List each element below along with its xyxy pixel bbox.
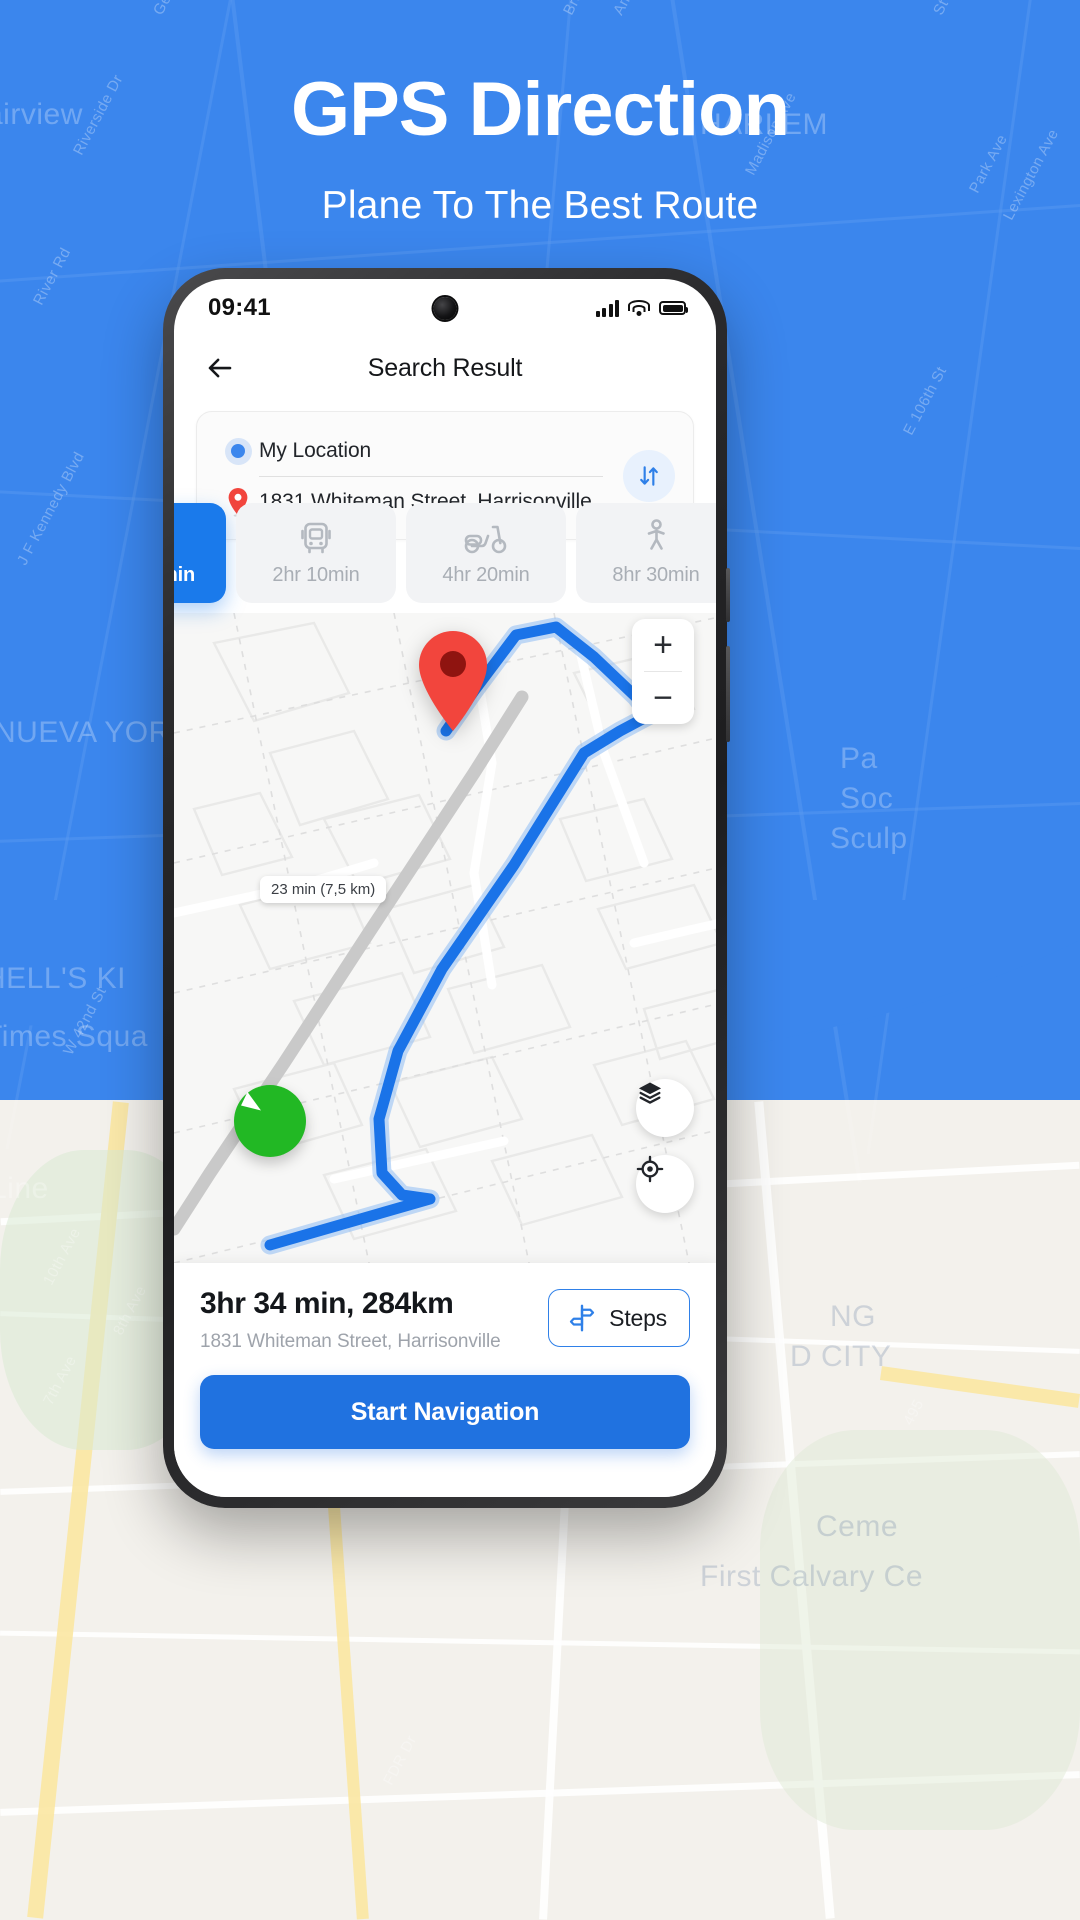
map-layers-button[interactable] xyxy=(636,1079,694,1137)
swap-locations-button[interactable] xyxy=(623,449,675,502)
status-bar: 09:41 xyxy=(174,279,716,337)
background-place-label: Line xyxy=(0,1172,49,1205)
locate-me-icon xyxy=(636,1155,664,1183)
hero-title: GPS Direction xyxy=(291,67,790,152)
status-icons xyxy=(595,299,688,317)
swap-vertical-icon xyxy=(640,465,658,486)
signal-bars-icon xyxy=(595,299,619,317)
app-header: Search Result xyxy=(174,337,716,399)
phone-screen: 09:41 Search Result My Location 1831 Whi… xyxy=(174,279,716,1497)
background-place-label: Sculp xyxy=(830,822,908,855)
route-summary-texts: 3hr 34 min, 284km 1831 Whiteman Street, … xyxy=(200,1287,501,1353)
back-button[interactable] xyxy=(200,348,240,388)
hero-subtitle: Plane To The Best Route xyxy=(321,184,759,227)
front-camera-icon xyxy=(433,297,457,320)
transport-mode-walk[interactable]: 8hr 30min xyxy=(576,503,716,603)
steps-signpost-icon xyxy=(570,1304,595,1332)
destination-pin-icon xyxy=(414,629,492,733)
battery-full-icon xyxy=(659,301,688,315)
transport-mode-label: 1 hr 34min xyxy=(174,564,196,586)
background-place-label: First Calvary Ce xyxy=(700,1560,924,1593)
walk-icon xyxy=(641,519,671,559)
origin-row[interactable]: My Location xyxy=(217,430,673,472)
locate-me-button[interactable] xyxy=(636,1155,694,1213)
navigation-arrow-icon xyxy=(234,1085,306,1157)
my-location-dot-icon xyxy=(217,437,259,465)
hero-section: GPS Direction Plane To The Best Route xyxy=(0,0,1080,228)
wifi-icon xyxy=(628,299,650,317)
background-place-label: Pa xyxy=(840,742,878,775)
map-view[interactable]: 23 min (7,5 km) + − xyxy=(174,613,716,1263)
bus-icon xyxy=(297,519,335,559)
phone-mockup: 09:41 Search Result My Location 1831 Whi… xyxy=(163,268,730,1508)
background-place-label: Soc xyxy=(840,782,894,815)
map-zoom-controls: + − xyxy=(632,619,694,724)
bg-park xyxy=(760,1430,1080,1830)
transport-mode-scooter[interactable]: 4hr 20min xyxy=(406,503,566,603)
steps-button[interactable]: Steps xyxy=(548,1289,690,1347)
start-navigation-button[interactable]: Start Navigation xyxy=(200,1375,690,1449)
phone-side-button[interactable] xyxy=(726,568,730,622)
page-title: Search Result xyxy=(367,353,523,382)
route-eta-chip: 23 min (7,5 km) xyxy=(260,876,387,903)
route-summary-top: 3hr 34 min, 284km 1831 Whiteman Street, … xyxy=(200,1287,690,1353)
input-divider xyxy=(259,476,603,477)
zoom-in-button[interactable]: + xyxy=(632,619,694,671)
background-place-label: D CITY xyxy=(790,1340,892,1373)
transport-mode-car[interactable]: 1 hr 34min xyxy=(174,503,226,603)
background-place-label: Ceme xyxy=(816,1510,899,1543)
zoom-out-button[interactable]: − xyxy=(632,672,694,724)
steps-button-label: Steps xyxy=(609,1304,667,1331)
background-place-label: NG xyxy=(830,1300,876,1333)
phone-volume-button[interactable] xyxy=(726,646,730,742)
transport-mode-bus[interactable]: 2hr 10min xyxy=(236,503,396,603)
scooter-icon xyxy=(463,519,509,559)
transport-mode-label: 2hr 10min xyxy=(272,564,360,586)
transport-mode-label: 8hr 30min xyxy=(612,564,700,586)
map-layers-icon xyxy=(638,1082,662,1104)
status-time: 09:41 xyxy=(208,294,271,321)
route-summary-sheet: 3hr 34 min, 284km 1831 Whiteman Street, … xyxy=(174,1263,716,1497)
route-duration-distance: 3hr 34 min, 284km xyxy=(200,1287,454,1320)
back-arrow-icon xyxy=(208,358,232,378)
transport-mode-label: 4hr 20min xyxy=(442,564,530,586)
origin-label: My Location xyxy=(259,439,372,462)
route-destination-address: 1831 Whiteman Street, Harrisonville xyxy=(200,1331,501,1352)
transport-mode-tabs: 1 hr 34min 2hr 10min 4hr 20min 8hr 30min xyxy=(174,503,716,603)
